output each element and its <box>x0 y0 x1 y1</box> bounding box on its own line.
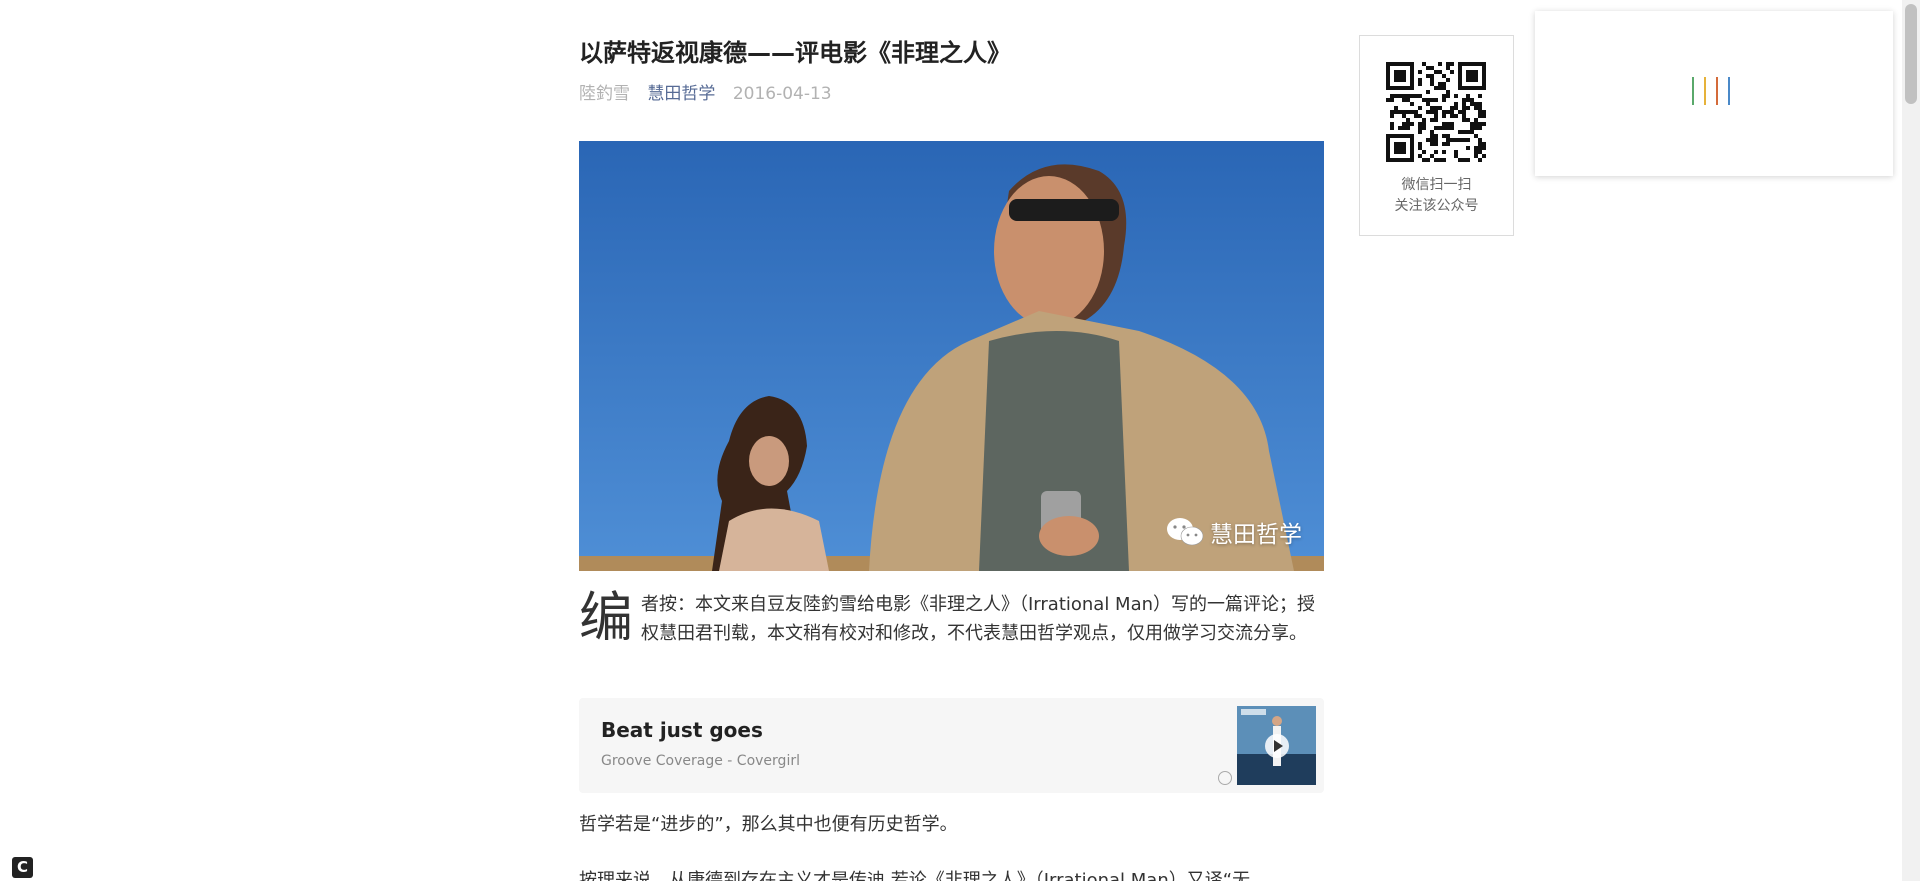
dropcap: 编 <box>579 586 633 649</box>
cover-image: 慧田哲学 <box>579 141 1324 571</box>
album-cover[interactable] <box>1237 706 1316 785</box>
author-name: 陸釣雪 <box>579 84 630 104</box>
editor-note-text: 者按：本文来自豆友陸釣雪给电影《非理之人》（Irrational Man）写的一… <box>641 594 1316 644</box>
cover-watermark: 慧田哲学 <box>1166 515 1302 549</box>
vertical-scrollbar[interactable] <box>1902 0 1920 881</box>
loading-indicator <box>1692 77 1730 105</box>
loading-bar <box>1728 77 1730 105</box>
extension-icon[interactable]: C <box>12 857 33 878</box>
loading-bar <box>1704 77 1706 105</box>
music-source-icon <box>1218 771 1232 785</box>
qr-caption-line2: 关注该公众号 <box>1394 198 1479 214</box>
article-title: 以萨特返视康德——评电影《非理之人》 <box>579 39 1011 67</box>
watermark-text: 慧田哲学 <box>1210 522 1302 548</box>
song-title: Beat just goes <box>601 718 763 742</box>
editor-note: 编 者按：本文来自豆友陸釣雪给电影《非理之人》（Irrational Man）写… <box>579 590 1324 648</box>
song-artist: Groove Coverage - Covergirl <box>601 753 800 769</box>
qr-caption: 微信扫一扫 关注该公众号 <box>1360 175 1513 217</box>
qr-code-panel: 微信扫一扫 关注该公众号 <box>1359 35 1514 236</box>
music-card[interactable]: Beat just goes Groove Coverage - Covergi… <box>579 698 1324 793</box>
qr-code <box>1386 62 1486 166</box>
paragraph: 按理来说，从康德到存在主义才是传迪 若论《非理之人》（Irrational Ma… <box>579 870 1251 881</box>
wechat-icon <box>1166 517 1204 547</box>
loading-panel <box>1535 11 1893 176</box>
loading-bar <box>1716 77 1718 105</box>
paragraph: 哲学若是“进步的”，那么其中也便有历史哲学。 <box>579 814 958 835</box>
scrollbar-thumb[interactable] <box>1905 4 1917 104</box>
play-icon[interactable] <box>1265 734 1289 758</box>
qr-caption-line1: 微信扫一扫 <box>1401 177 1472 193</box>
loading-bar <box>1692 77 1694 105</box>
article-meta: 陸釣雪 慧田哲学 2016-04-13 <box>579 83 832 105</box>
publish-date: 2016-04-13 <box>732 84 832 104</box>
account-link[interactable]: 慧田哲学 <box>647 84 715 104</box>
